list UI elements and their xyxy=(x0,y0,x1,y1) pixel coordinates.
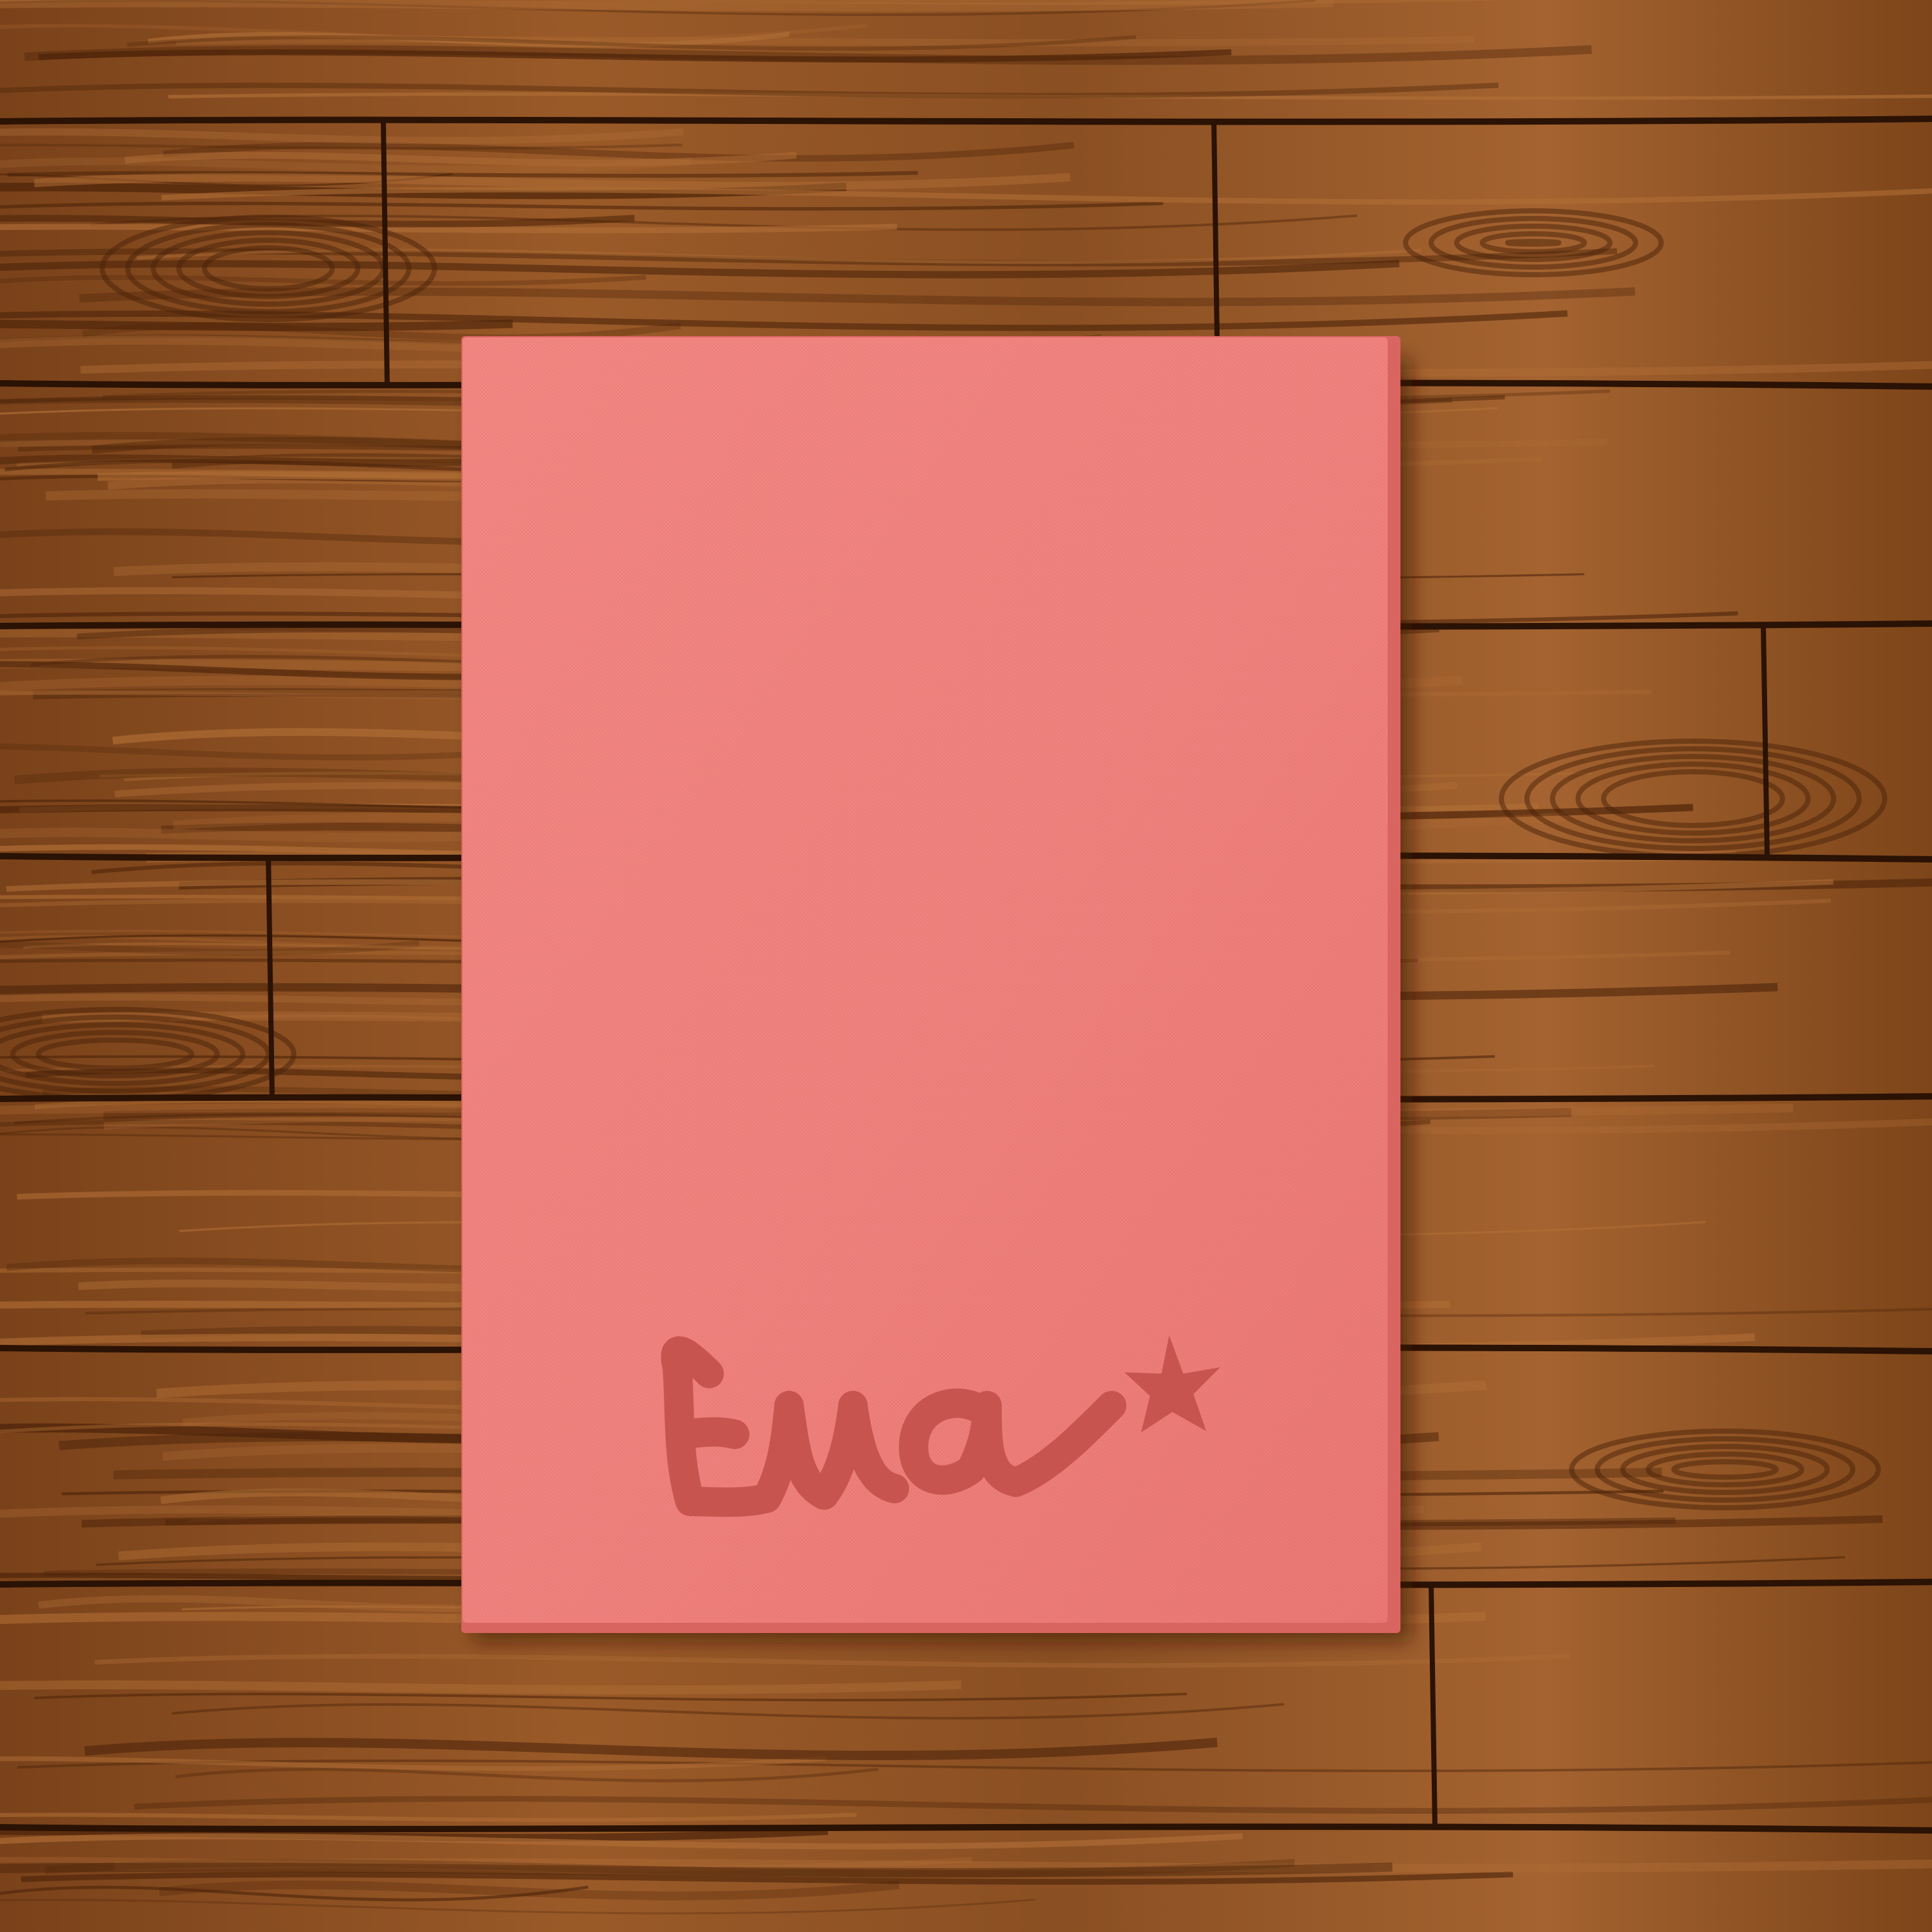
grain-streak xyxy=(0,827,543,843)
plank-seam xyxy=(0,116,1932,125)
book: Ella xyxy=(461,336,1412,1642)
grain-streak xyxy=(0,1680,962,1695)
grain-streak xyxy=(0,0,1333,12)
wood-knot-ring xyxy=(1505,239,1561,247)
plank-seam xyxy=(0,1823,1932,1834)
grain-streak xyxy=(176,36,1475,47)
photo-scene: Ella xyxy=(0,0,1932,1932)
